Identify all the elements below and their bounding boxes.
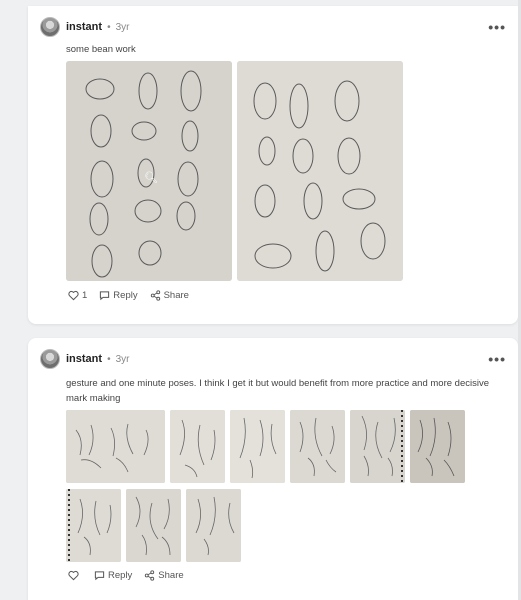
share-icon xyxy=(145,570,155,581)
like-button[interactable] xyxy=(68,570,82,581)
heart-icon xyxy=(68,570,79,581)
avatar[interactable] xyxy=(40,349,60,369)
reply-button[interactable]: Reply xyxy=(94,570,132,581)
post-age: 3yr xyxy=(115,21,130,33)
more-options-icon[interactable]: ••• xyxy=(488,20,506,34)
username[interactable]: instant xyxy=(66,353,102,365)
separator: • xyxy=(107,353,111,365)
post-text: some bean work xyxy=(66,44,136,55)
bean-sketch-2 xyxy=(237,61,403,281)
share-icon xyxy=(150,290,160,301)
reply-label: Reply xyxy=(113,290,138,301)
reply-button[interactable]: Reply xyxy=(99,290,138,301)
post-age: 3yr xyxy=(115,353,130,365)
gallery-image[interactable] xyxy=(350,410,405,483)
post-actions: 1 Reply Share xyxy=(68,290,201,301)
post-header: instant • 3yr ••• xyxy=(40,16,506,38)
separator: • xyxy=(107,21,111,33)
avatar[interactable] xyxy=(40,17,60,37)
post-text: gesture and one minute poses. I think I … xyxy=(66,378,489,404)
share-button[interactable]: Share xyxy=(150,290,189,301)
post-actions: Reply Share xyxy=(68,570,196,581)
gallery-image[interactable] xyxy=(170,410,225,483)
comment-icon xyxy=(100,291,110,301)
share-button[interactable]: Share xyxy=(144,570,184,581)
zoom-icon[interactable]: 🔍︎ xyxy=(144,171,158,185)
heart-icon xyxy=(68,290,79,301)
share-label: Share xyxy=(163,290,189,301)
post-card: instant • 3yr ••• gesture and one minute… xyxy=(28,338,518,600)
reply-label: Reply xyxy=(108,570,133,581)
gallery-image[interactable] xyxy=(66,410,165,483)
comment-icon xyxy=(94,571,105,581)
gallery-image[interactable] xyxy=(230,410,285,483)
like-button[interactable]: 1 xyxy=(68,290,87,301)
gallery-image[interactable] xyxy=(66,489,121,562)
post-header: instant • 3yr ••• xyxy=(40,348,506,370)
more-options-icon[interactable]: ••• xyxy=(488,352,506,366)
gallery-image[interactable] xyxy=(410,410,465,483)
gallery-image[interactable] xyxy=(126,489,181,562)
like-count: 1 xyxy=(82,290,88,301)
gallery-image[interactable] xyxy=(186,489,241,562)
username[interactable]: instant xyxy=(66,21,102,33)
share-label: Share xyxy=(158,570,184,581)
post-image-2[interactable] xyxy=(237,61,403,281)
gallery-image[interactable] xyxy=(290,410,345,483)
post-card: instant • 3yr ••• some bean work 🔍︎ 1 Re… xyxy=(28,6,518,324)
